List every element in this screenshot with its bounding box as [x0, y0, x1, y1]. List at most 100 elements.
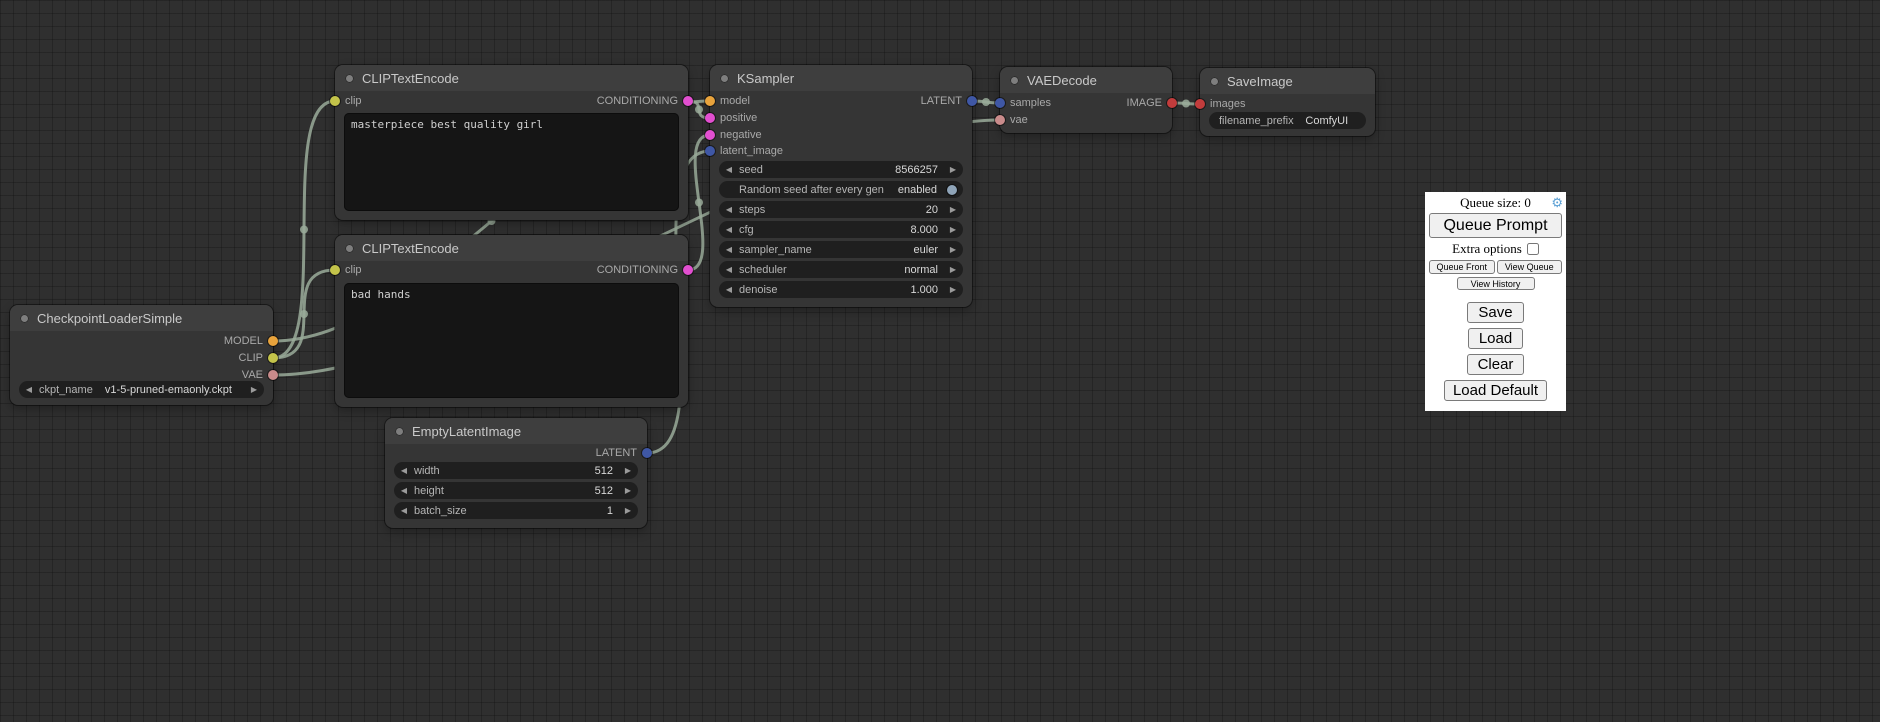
- output-dot-model[interactable]: [268, 336, 278, 346]
- view-history-button[interactable]: View History: [1457, 277, 1535, 290]
- node-clip-text-encode-negative[interactable]: CLIPTextEncode clip CONDITIONING bad han…: [335, 235, 688, 407]
- cfg-widget[interactable]: ◀ cfg 8.000 ▶: [719, 221, 963, 238]
- collapse-dot[interactable]: [1010, 76, 1019, 85]
- output-dot-conditioning[interactable]: [683, 265, 693, 275]
- output-dot-vae[interactable]: [268, 370, 278, 380]
- collapse-dot[interactable]: [345, 244, 354, 253]
- node-title-bar[interactable]: CLIPTextEncode: [335, 235, 688, 261]
- seed-widget[interactable]: ◀ seed 8566257 ▶: [719, 161, 963, 178]
- node-title-bar[interactable]: CheckpointLoaderSimple: [10, 305, 273, 331]
- load-default-button[interactable]: Load Default: [1444, 380, 1547, 401]
- wire-midpoint-dot: [1182, 100, 1190, 108]
- decrement-arrow-icon[interactable]: ◀: [19, 381, 39, 398]
- ckpt-name-widget[interactable]: ◀ ckpt_name v1-5-pruned-emaonly.ckpt ▶: [19, 381, 264, 398]
- widget-value: normal: [787, 264, 943, 276]
- settings-gear-icon[interactable]: ⚙: [1551, 195, 1563, 210]
- input-dot-vae[interactable]: [995, 115, 1005, 125]
- increment-arrow-icon[interactable]: ▶: [943, 221, 963, 238]
- output-slot-model: MODEL: [10, 334, 273, 348]
- wire-midpoint-dot: [300, 310, 308, 318]
- decrement-arrow-icon[interactable]: ◀: [719, 261, 739, 278]
- positive-prompt-textarea[interactable]: masterpiece best quality girl: [344, 113, 679, 211]
- increment-arrow-icon[interactable]: ▶: [943, 261, 963, 278]
- collapse-dot[interactable]: [395, 427, 404, 436]
- decrement-arrow-icon[interactable]: ◀: [719, 161, 739, 178]
- node-canvas[interactable]: CheckpointLoaderSimple MODEL CLIP VAE ◀ …: [0, 0, 1880, 722]
- toggle-dot[interactable]: [947, 185, 957, 195]
- output-dot-clip[interactable]: [268, 353, 278, 363]
- node-title-bar[interactable]: EmptyLatentImage: [385, 418, 647, 444]
- queue-front-button[interactable]: Queue Front: [1429, 260, 1495, 274]
- input-dot-images[interactable]: [1195, 99, 1205, 109]
- decrement-arrow-icon[interactable]: ◀: [394, 482, 414, 499]
- increment-arrow-icon[interactable]: ▶: [943, 281, 963, 298]
- queue-size-row: Queue size: 0 ⚙: [1429, 195, 1562, 210]
- output-slot-latent: LATENT: [385, 446, 647, 460]
- output-dot-latent[interactable]: [967, 96, 977, 106]
- input-dot-latent-image[interactable]: [705, 146, 715, 156]
- node-title-bar[interactable]: CLIPTextEncode: [335, 65, 688, 91]
- filename-prefix-widget[interactable]: filename_prefix ComfyUI: [1209, 112, 1366, 129]
- wire-midpoint-dot: [695, 199, 703, 207]
- node-save-image[interactable]: SaveImage images filename_prefix ComfyUI: [1200, 68, 1375, 136]
- steps-widget[interactable]: ◀ steps 20 ▶: [719, 201, 963, 218]
- output-dot-latent[interactable]: [642, 448, 652, 458]
- widget-value: 20: [765, 204, 943, 216]
- widget-label: cfg: [739, 224, 754, 236]
- load-button[interactable]: Load: [1468, 328, 1523, 349]
- increment-arrow-icon[interactable]: ▶: [618, 482, 638, 499]
- input-dot-positive[interactable]: [705, 113, 715, 123]
- slot-label: CONDITIONING: [597, 264, 678, 276]
- node-ksampler[interactable]: KSampler model positive negative latent_…: [710, 65, 972, 307]
- increment-arrow-icon[interactable]: ▶: [943, 201, 963, 218]
- scheduler-widget[interactable]: ◀ scheduler normal ▶: [719, 261, 963, 278]
- output-dot-image[interactable]: [1167, 98, 1177, 108]
- wire-midpoint-dot: [982, 98, 990, 106]
- widget-label: sampler_name: [739, 244, 812, 256]
- widget-label: width: [414, 465, 440, 477]
- node-title: CLIPTextEncode: [362, 241, 459, 256]
- width-widget[interactable]: ◀ width 512 ▶: [394, 462, 638, 479]
- node-vae-decode[interactable]: VAEDecode samples vae IMAGE: [1000, 67, 1172, 133]
- negative-prompt-textarea[interactable]: bad hands: [344, 283, 679, 398]
- decrement-arrow-icon[interactable]: ◀: [394, 502, 414, 519]
- node-title: SaveImage: [1227, 74, 1293, 89]
- collapse-dot[interactable]: [20, 314, 29, 323]
- sampler-name-widget[interactable]: ◀ sampler_name euler ▶: [719, 241, 963, 258]
- save-button[interactable]: Save: [1467, 302, 1523, 323]
- queue-prompt-button[interactable]: Queue Prompt: [1429, 213, 1562, 238]
- decrement-arrow-icon[interactable]: ◀: [719, 201, 739, 218]
- queue-buttons-row: Queue Front View Queue: [1429, 260, 1562, 274]
- widget-value: v1-5-pruned-emaonly.ckpt: [93, 384, 244, 396]
- widget-value: ComfyUI: [1294, 115, 1360, 127]
- extra-options-checkbox[interactable]: [1527, 243, 1539, 255]
- height-widget[interactable]: ◀ height 512 ▶: [394, 482, 638, 499]
- random-seed-toggle-widget[interactable]: Random seed after every gen enabled: [719, 181, 963, 198]
- node-checkpoint-loader[interactable]: CheckpointLoaderSimple MODEL CLIP VAE ◀ …: [10, 305, 273, 405]
- collapse-dot[interactable]: [1210, 77, 1219, 86]
- batch-size-widget[interactable]: ◀ batch_size 1 ▶: [394, 502, 638, 519]
- increment-arrow-icon[interactable]: ▶: [943, 161, 963, 178]
- increment-arrow-icon[interactable]: ▶: [618, 462, 638, 479]
- input-dot-negative[interactable]: [705, 130, 715, 140]
- node-title-bar[interactable]: KSampler: [710, 65, 972, 91]
- collapse-dot[interactable]: [345, 74, 354, 83]
- decrement-arrow-icon[interactable]: ◀: [719, 281, 739, 298]
- decrement-arrow-icon[interactable]: ◀: [394, 462, 414, 479]
- increment-arrow-icon[interactable]: ▶: [244, 381, 264, 398]
- output-dot-conditioning[interactable]: [683, 96, 693, 106]
- view-queue-button[interactable]: View Queue: [1497, 260, 1563, 274]
- increment-arrow-icon[interactable]: ▶: [618, 502, 638, 519]
- node-empty-latent-image[interactable]: EmptyLatentImage LATENT ◀ width 512 ▶ ◀ …: [385, 418, 647, 528]
- collapse-dot[interactable]: [720, 74, 729, 83]
- node-title-bar[interactable]: VAEDecode: [1000, 67, 1172, 93]
- widget-value: euler: [812, 244, 943, 256]
- denoise-widget[interactable]: ◀ denoise 1.000 ▶: [719, 281, 963, 298]
- node-title-bar[interactable]: SaveImage: [1200, 68, 1375, 94]
- decrement-arrow-icon[interactable]: ◀: [719, 241, 739, 258]
- increment-arrow-icon[interactable]: ▶: [943, 241, 963, 258]
- decrement-arrow-icon[interactable]: ◀: [719, 221, 739, 238]
- slot-label: negative: [720, 129, 762, 141]
- clear-button[interactable]: Clear: [1467, 354, 1525, 375]
- node-clip-text-encode-positive[interactable]: CLIPTextEncode clip CONDITIONING masterp…: [335, 65, 688, 220]
